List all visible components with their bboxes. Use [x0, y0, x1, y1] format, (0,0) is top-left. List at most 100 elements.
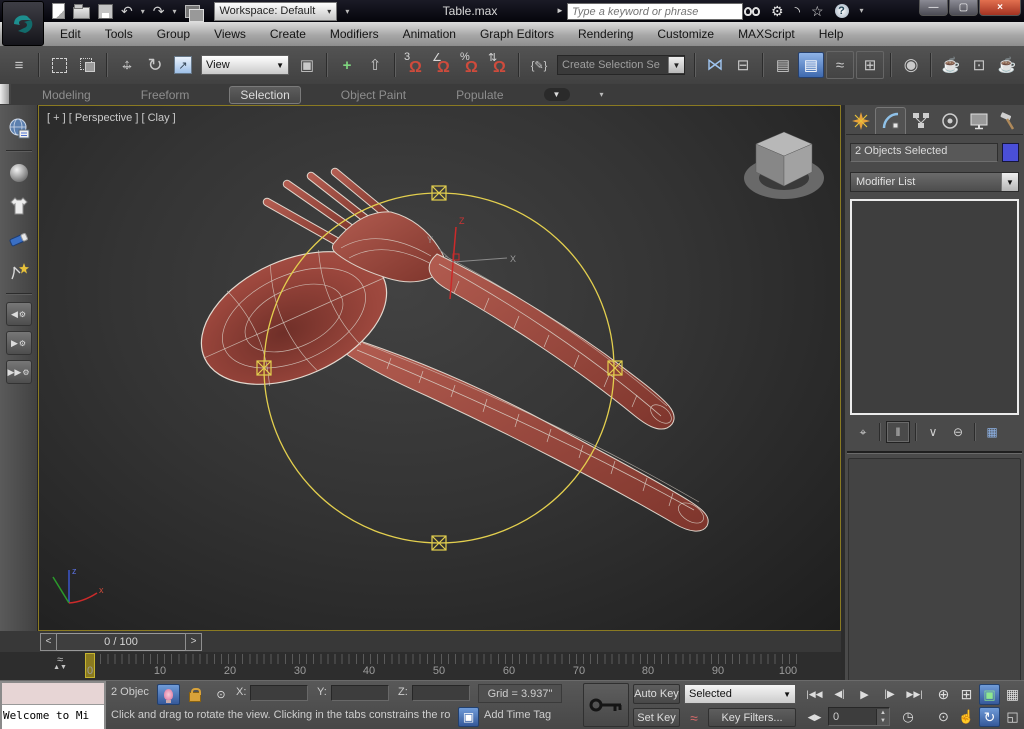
- next-frame-button[interactable]: |▶: [878, 684, 901, 705]
- object-color-swatch[interactable]: [1002, 143, 1019, 162]
- civil-view-globe-icon[interactable]: [5, 115, 33, 143]
- minimize-button[interactable]: —: [919, 0, 948, 16]
- remove-modifier-button[interactable]: ⊖: [947, 422, 969, 442]
- use-pivot-point-center-button[interactable]: ▣: [294, 52, 320, 78]
- absolute-mode-transform-toggle[interactable]: ⊙: [210, 684, 232, 705]
- menu-create[interactable]: Create: [258, 27, 318, 41]
- time-slider-handle[interactable]: 0 / 100: [57, 633, 185, 651]
- simulate-rewind-button[interactable]: ◀⚙: [6, 302, 32, 326]
- spinner-snap-toggle-button[interactable]: ⇅Ω: [486, 52, 512, 78]
- select-and-manipulate-button[interactable]: +: [334, 52, 360, 78]
- sphere-material-icon[interactable]: [5, 159, 33, 187]
- key-mode-dropdown[interactable]: Selected ▼: [684, 684, 796, 704]
- material-editor-button[interactable]: ◉: [898, 52, 924, 78]
- reference-coordinate-system-dropdown[interactable]: View ▼: [201, 55, 289, 75]
- current-frame-field[interactable]: 0 ▲▼: [828, 707, 890, 726]
- selection-lock-toggle[interactable]: [185, 684, 205, 705]
- viewport-label[interactable]: [ + ] [ Perspective ] [ Clay ]: [47, 112, 176, 124]
- save-file-icon[interactable]: [98, 4, 113, 19]
- listener-output[interactable]: Welcome to Mi: [2, 705, 104, 729]
- maxscript-mini-listener[interactable]: Welcome to Mi: [0, 681, 106, 729]
- view-cube[interactable]: [744, 132, 824, 199]
- menu-graph-editors[interactable]: Graph Editors: [468, 27, 566, 41]
- go-to-start-button[interactable]: |◀◀: [803, 684, 826, 705]
- character-star-icon[interactable]: [5, 258, 33, 286]
- curve-editor-button[interactable]: ≈: [826, 51, 854, 79]
- previous-frame-button[interactable]: ◀|: [828, 684, 851, 705]
- tab-modeling[interactable]: Modeling: [32, 87, 101, 103]
- restore-button[interactable]: ▢: [949, 0, 978, 16]
- tab-modify[interactable]: [875, 107, 906, 134]
- named-selection-sets-dropdown[interactable]: Create Selection Se ▼: [557, 55, 685, 75]
- frame-spinner[interactable]: ▲▼: [876, 709, 889, 725]
- help-icon[interactable]: ?: [835, 4, 849, 18]
- y-coordinate-field[interactable]: [331, 685, 389, 701]
- tab-object-paint[interactable]: Object Paint: [331, 87, 416, 103]
- orbit-button[interactable]: ↻: [979, 707, 1000, 727]
- set-keys-button[interactable]: [583, 683, 629, 727]
- subscription-key-icon[interactable]: ⚙: [771, 4, 784, 18]
- play-animation-button[interactable]: ▶: [853, 684, 876, 705]
- progressive-display-toggle[interactable]: ▣: [458, 707, 479, 727]
- select-by-name-button[interactable]: ≡: [6, 52, 32, 78]
- select-and-move-button[interactable]: ↔↕: [114, 52, 140, 78]
- pin-stack-button[interactable]: ⌖: [852, 422, 874, 442]
- z-coordinate-field[interactable]: [412, 685, 470, 701]
- percent-snap-toggle-button[interactable]: %Ω: [458, 52, 484, 78]
- open-file-icon[interactable]: [73, 7, 90, 19]
- add-time-tag[interactable]: Add Time Tag: [484, 709, 551, 721]
- scene-explorer-toggle[interactable]: ▤: [798, 52, 824, 78]
- undo-icon[interactable]: ↶: [121, 4, 133, 18]
- menu-maxscript[interactable]: MAXScript: [726, 27, 807, 41]
- schematic-view-button[interactable]: ⊞: [856, 51, 884, 79]
- zoom-button[interactable]: ⊕: [933, 684, 954, 705]
- key-mode-toggle[interactable]: ◀▶: [803, 708, 826, 727]
- field-of-view-button[interactable]: ⊙: [933, 707, 954, 727]
- x-coordinate-field[interactable]: [250, 685, 308, 701]
- favorites-star-icon[interactable]: ☆: [811, 4, 824, 18]
- set-key-button[interactable]: Set Key: [633, 708, 680, 727]
- mirror-button[interactable]: ⋈: [702, 52, 728, 78]
- previous-frame-arrow[interactable]: <: [40, 633, 57, 651]
- angle-snap-toggle-button[interactable]: ∠Ω: [430, 52, 456, 78]
- search-input[interactable]: [567, 3, 743, 20]
- time-configuration-button[interactable]: ◷: [896, 707, 920, 727]
- menu-help[interactable]: Help: [807, 27, 856, 41]
- ribbon-options-arrow[interactable]: ▾: [600, 90, 604, 99]
- snaps-toggle-button[interactable]: 3Ω: [402, 52, 428, 78]
- rendered-frame-window-button[interactable]: ⊡: [966, 52, 992, 78]
- edit-named-selection-sets-button[interactable]: {✎}: [526, 52, 552, 78]
- undo-history-arrow[interactable]: ▾: [141, 7, 145, 16]
- menu-animation[interactable]: Animation: [391, 27, 468, 41]
- simulate-step-button[interactable]: ▶▶⚙: [6, 360, 32, 384]
- project-folder-icon[interactable]: [185, 5, 200, 18]
- menu-customize[interactable]: Customize: [645, 27, 726, 41]
- tab-motion[interactable]: [936, 107, 965, 134]
- qat-customize-arrow[interactable]: ▾: [345, 7, 349, 16]
- ribbon-drag-handle[interactable]: [0, 84, 11, 104]
- application-menu-button[interactable]: [2, 1, 44, 46]
- menu-rendering[interactable]: Rendering: [566, 27, 645, 41]
- infocenter-collapse-arrow[interactable]: ►: [556, 6, 564, 15]
- open-mini-curve-editor-button[interactable]: ≈▲▼: [46, 656, 74, 674]
- show-end-result-button[interactable]: ‖: [886, 421, 910, 443]
- communication-center-icon[interactable]: ◝: [795, 4, 800, 18]
- close-button[interactable]: ×: [979, 0, 1021, 16]
- perspective-viewport[interactable]: [ + ] [ Perspective ] [ Clay ]: [38, 105, 841, 631]
- tab-hierarchy[interactable]: [906, 107, 935, 134]
- simulate-play-button[interactable]: ▶⚙: [6, 331, 32, 355]
- cloth-shirt-icon[interactable]: [5, 192, 33, 220]
- workspace-dropdown[interactable]: Workspace: Default ▾: [214, 2, 338, 21]
- menu-group[interactable]: Group: [145, 27, 202, 41]
- menu-tools[interactable]: Tools: [93, 27, 145, 41]
- menu-views[interactable]: Views: [202, 27, 258, 41]
- help-dropdown-arrow[interactable]: ▾: [860, 6, 864, 15]
- object-name-field[interactable]: 2 Objects Selected: [850, 143, 998, 162]
- menu-edit[interactable]: Edit: [48, 27, 93, 41]
- next-frame-arrow[interactable]: >: [185, 633, 202, 651]
- render-setup-button[interactable]: ☕: [938, 52, 964, 78]
- render-production-button[interactable]: ☕: [994, 52, 1020, 78]
- listener-macro-pane[interactable]: [2, 683, 104, 705]
- tab-utilities[interactable]: [994, 107, 1023, 134]
- select-and-rotate-button[interactable]: ↻: [142, 52, 168, 78]
